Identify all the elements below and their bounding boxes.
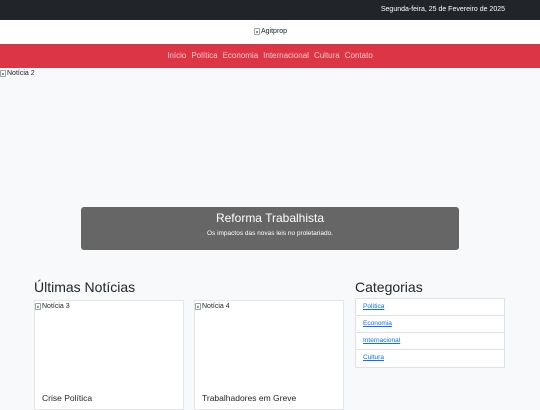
categories-heading: Categorias [355,279,423,295]
news-card[interactable]: Notícia 4 Trabalhadores em Greve [194,300,344,410]
logo-alt-text: Agitprop [261,28,288,35]
nav-link-economia[interactable]: Economia [223,51,259,61]
category-link-politica[interactable]: Política [363,303,384,310]
hero-image: Notícia 2 [0,69,35,78]
categories-list: Política Economia Internacional Cultura [355,298,505,368]
broken-image-icon [35,303,41,310]
news-card[interactable]: Notícia 3 Crise Política [34,300,184,410]
hero-image-alt: Notícia 2 [7,70,35,77]
hero-caption-text: Os impactos das novas leis no proletaria… [206,230,334,237]
main-navbar: Início Política Economia Internacional C… [0,44,540,68]
news-card-title[interactable]: Crise Política [42,393,92,403]
category-item: Cultura [356,350,504,367]
category-item: Política [356,299,504,316]
news-card-image-alt: Notícia 3 [42,303,70,310]
hero-caption-title: Reforma Trabalhista [215,211,325,225]
broken-image-icon [254,28,260,35]
current-date: Segunda-feira, 25 de Fevereiro de 2025 [380,6,505,13]
news-card-image: Notícia 4 [195,302,230,311]
site-logo[interactable]: Agitprop [254,27,287,36]
top-bar: Segunda-feira, 25 de Fevereiro de 2025 [0,0,540,20]
broken-image-icon [195,303,201,310]
latest-news-heading: Últimas Notícias [34,279,136,295]
nav-link-politica[interactable]: Política [191,51,217,61]
news-card-title[interactable]: Trabalhadores em Greve [202,393,296,403]
hero-carousel[interactable]: Notícia 2 Reforma Trabalhista Os impacto… [0,68,540,268]
news-card-image-alt: Notícia 4 [202,303,230,310]
nav-link-cultura[interactable]: Cultura [314,51,340,61]
category-link-economia[interactable]: Economia [363,320,392,327]
brand-area: Agitprop [0,20,540,44]
nav-link-internacional[interactable]: Internacional [263,51,309,61]
nav-link-contato[interactable]: Contato [345,51,373,61]
news-card-image: Notícia 3 [35,302,70,311]
nav-links: Início Política Economia Internacional C… [0,51,540,61]
nav-link-inicio[interactable]: Início [167,51,186,61]
broken-image-icon [0,70,6,77]
category-link-internacional[interactable]: Internacional [363,337,400,344]
category-item: Internacional [356,333,504,350]
hero-caption: Reforma Trabalhista Os impactos das nova… [81,207,459,250]
category-link-cultura[interactable]: Cultura [363,354,384,361]
category-item: Economia [356,316,504,333]
